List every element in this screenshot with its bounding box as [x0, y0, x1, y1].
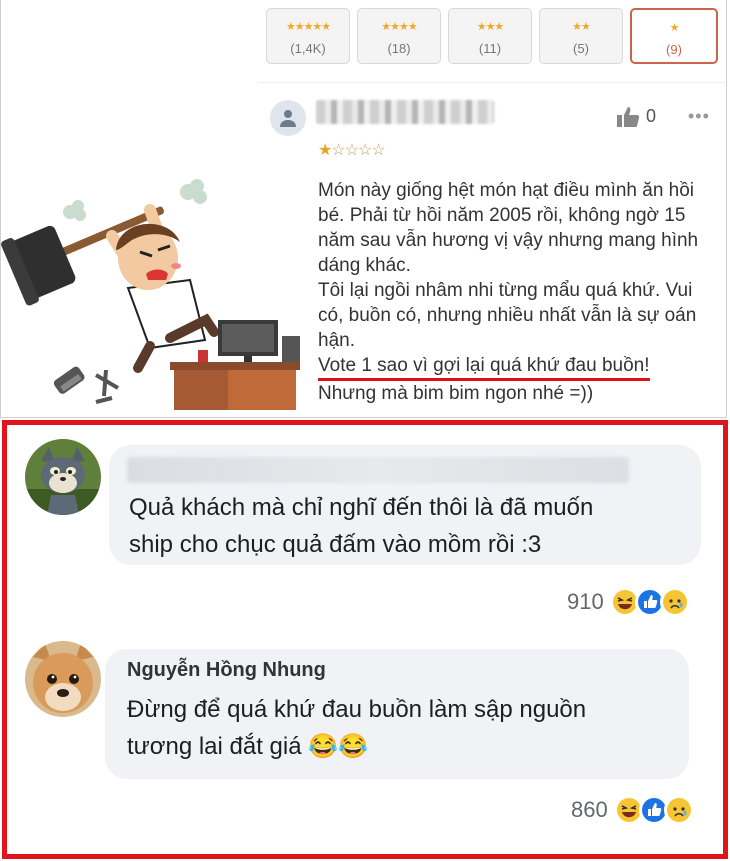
filter-count: (18) [387, 41, 411, 56]
rating-filter-bar: ★★★★★ (1,4K) ★★★★ (18) ★★★ (11) ★★ (5) ★… [266, 8, 718, 66]
comment-bubble: Quả khách mà chỉ nghĩ đến thôi là đã muố… [109, 445, 701, 565]
commenter-name-blurred [127, 457, 629, 483]
commenter-name[interactable]: Nguyễn Hồng Nhung [127, 659, 326, 682]
review-paragraph: Nhưng mà bim bim ngon nhé =)) [318, 383, 594, 404]
reaction-count: 910 [567, 589, 604, 614]
cartoon-cat-avatar-icon [25, 439, 101, 515]
reaction-summary[interactable]: 910 [567, 587, 690, 617]
reviewer-name-blurred [316, 100, 494, 124]
user-icon [280, 110, 296, 127]
star-icons: ★★★ [476, 21, 505, 33]
like-count: 0 [646, 106, 657, 126]
sad-reaction-icon [659, 587, 690, 617]
review-paragraph: Tôi lại ngồi nhâm nhi từng mẩu quá khứ. … [318, 280, 697, 351]
filter-count: (11) [478, 41, 502, 56]
more-options-icon[interactable]: ••• [688, 106, 710, 127]
filter-2-stars[interactable]: ★★ (5) [539, 8, 623, 64]
sad-reaction-icon [663, 795, 694, 825]
filter-count: (1,4K) [290, 41, 326, 56]
comment-line: Đừng để quá khứ đau buồn làm sập nguồn [127, 696, 587, 723]
commenter-avatar[interactable] [25, 641, 101, 717]
comments-highlight-box: Quả khách mà chỉ nghĩ đến thôi là đã muố… [2, 420, 728, 859]
comment-line: tương lai đắt giá [127, 733, 302, 760]
laughing-tears-emoji-icon: 😂😂 [308, 733, 369, 760]
star-icons: ★★★★★ [285, 21, 331, 33]
review-paragraph: Món này giống hệt món hạt điều mình ăn h… [318, 180, 699, 276]
filter-4-stars[interactable]: ★★★★ (18) [357, 8, 441, 64]
review-panel: ★★★★★ (1,4K) ★★★★ (18) ★★★ (11) ★★ (5) ★… [0, 0, 730, 420]
dog-avatar-icon [25, 641, 101, 717]
filter-3-stars[interactable]: ★★★ (11) [448, 8, 532, 64]
filter-count: (5) [573, 41, 589, 56]
comment-line: Quả khách mà chỉ nghĩ đến thôi là đã muố… [129, 494, 594, 521]
angry-man-hammer-illustration [1, 179, 300, 410]
filter-5-stars[interactable]: ★★★★★ (1,4K) [266, 8, 350, 64]
reviewer-avatar[interactable] [270, 100, 306, 136]
star-empty-icons: ☆☆☆☆ [331, 142, 385, 159]
thumbs-up-icon[interactable] [616, 106, 640, 128]
commenter-avatar[interactable] [25, 439, 101, 515]
comment-bubble: Nguyễn Hồng Nhung Đừng để quá khứ đau bu… [105, 649, 689, 779]
review-body: Món này giống hệt món hạt điều mình ăn h… [318, 178, 718, 406]
comment-line: ship cho chục quả đấm vào mồm rồi :3 [129, 531, 542, 558]
star-icons: ★★★★ [381, 21, 417, 33]
comment-text: Đừng để quá khứ đau buồn làm sập nguồn t… [127, 691, 586, 765]
review-rating: ★☆☆☆☆ [318, 140, 386, 160]
star-filled-icon: ★ [318, 142, 332, 159]
divider [258, 82, 728, 83]
comment-text: Quả khách mà chỉ nghĩ đến thôi là đã muố… [129, 489, 593, 563]
reaction-count: 860 [571, 797, 608, 822]
star-icons: ★★ [572, 21, 591, 33]
filter-count: (9) [666, 42, 682, 57]
reaction-summary[interactable]: 860 [571, 795, 694, 825]
underlined-sentence: Vote 1 sao vì gợi lại quá khứ đau buồn! [318, 354, 650, 381]
star-icons: ★ [669, 22, 680, 34]
filter-1-star[interactable]: ★ (9) [630, 8, 718, 64]
